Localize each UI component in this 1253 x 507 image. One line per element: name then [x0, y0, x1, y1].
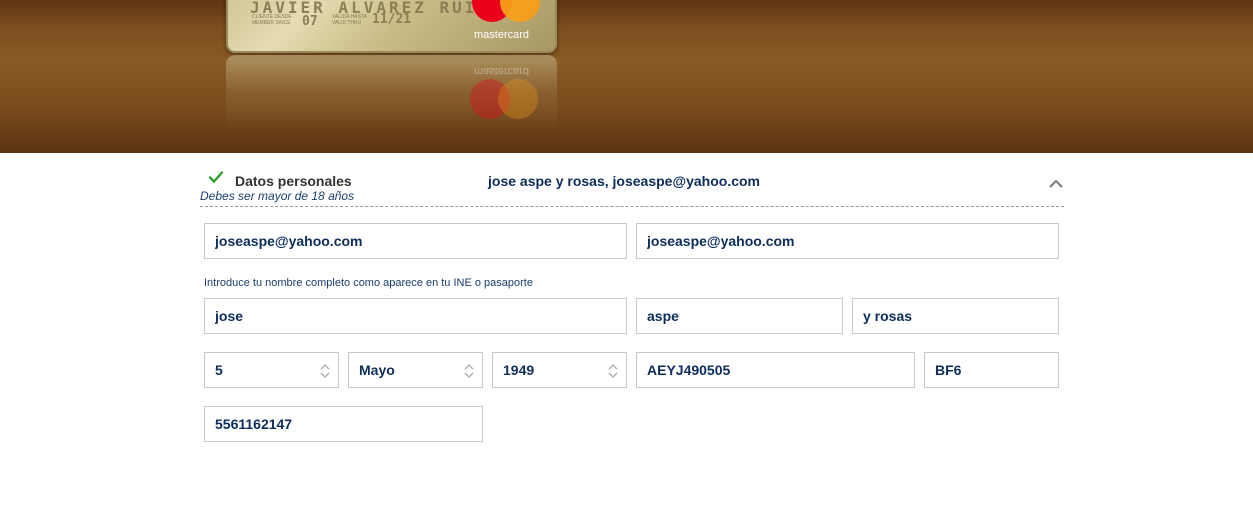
birth-month-value: Mayo	[359, 362, 395, 378]
card-member-since-label-en: MEMBER SINCE	[252, 20, 291, 26]
phone-field[interactable]	[204, 406, 483, 442]
credit-card-image: CLIENTE DESDE MEMBER SINCE 07 VALIDA HAS…	[226, 0, 557, 53]
personal-data-header[interactable]: Datos personales Debes ser mayor de 18 a…	[200, 163, 1064, 207]
check-icon	[208, 171, 224, 183]
homoclave-field[interactable]	[924, 352, 1059, 388]
select-arrows-icon	[320, 364, 330, 378]
email-confirm-field[interactable]	[636, 223, 1059, 259]
mastercard-logo-yellow	[500, 0, 540, 22]
birth-year-select[interactable]: 1949	[492, 352, 627, 388]
birth-month-select[interactable]: Mayo	[348, 352, 483, 388]
rfc-field[interactable]	[636, 352, 915, 388]
section-title: Datos personales	[235, 173, 352, 189]
birth-day-select[interactable]: 5	[204, 352, 339, 388]
hero-banner: CLIENTE DESDE MEMBER SINCE 07 VALIDA HAS…	[0, 0, 1253, 153]
card-brand: mastercard	[474, 29, 530, 41]
birth-day-value: 5	[215, 362, 223, 378]
last-name-1-field[interactable]	[636, 298, 843, 334]
section-summary: jose aspe y rosas, joseaspe@yahoo.com	[488, 173, 760, 189]
card-brand-reflection: mastercard	[474, 65, 530, 77]
chevron-up-icon[interactable]	[1048, 177, 1064, 189]
select-arrows-icon	[464, 364, 474, 378]
reflection-yellow	[498, 79, 538, 119]
first-name-field[interactable]	[204, 298, 627, 334]
name-helper-text: Introduce tu nombre completo como aparec…	[204, 277, 533, 289]
select-arrows-icon	[608, 364, 618, 378]
card-holder-name: JAVIER ALVAREZ RUIZ	[250, 0, 491, 17]
email-field[interactable]	[204, 223, 627, 259]
card-valid-thru-label-en: VALID THRU	[332, 20, 362, 26]
card-reflection: mastercard	[226, 55, 557, 130]
last-name-2-field[interactable]	[852, 298, 1059, 334]
section-subtitle: Debes ser mayor de 18 años	[200, 189, 355, 203]
birth-year-value: 1949	[503, 362, 535, 378]
